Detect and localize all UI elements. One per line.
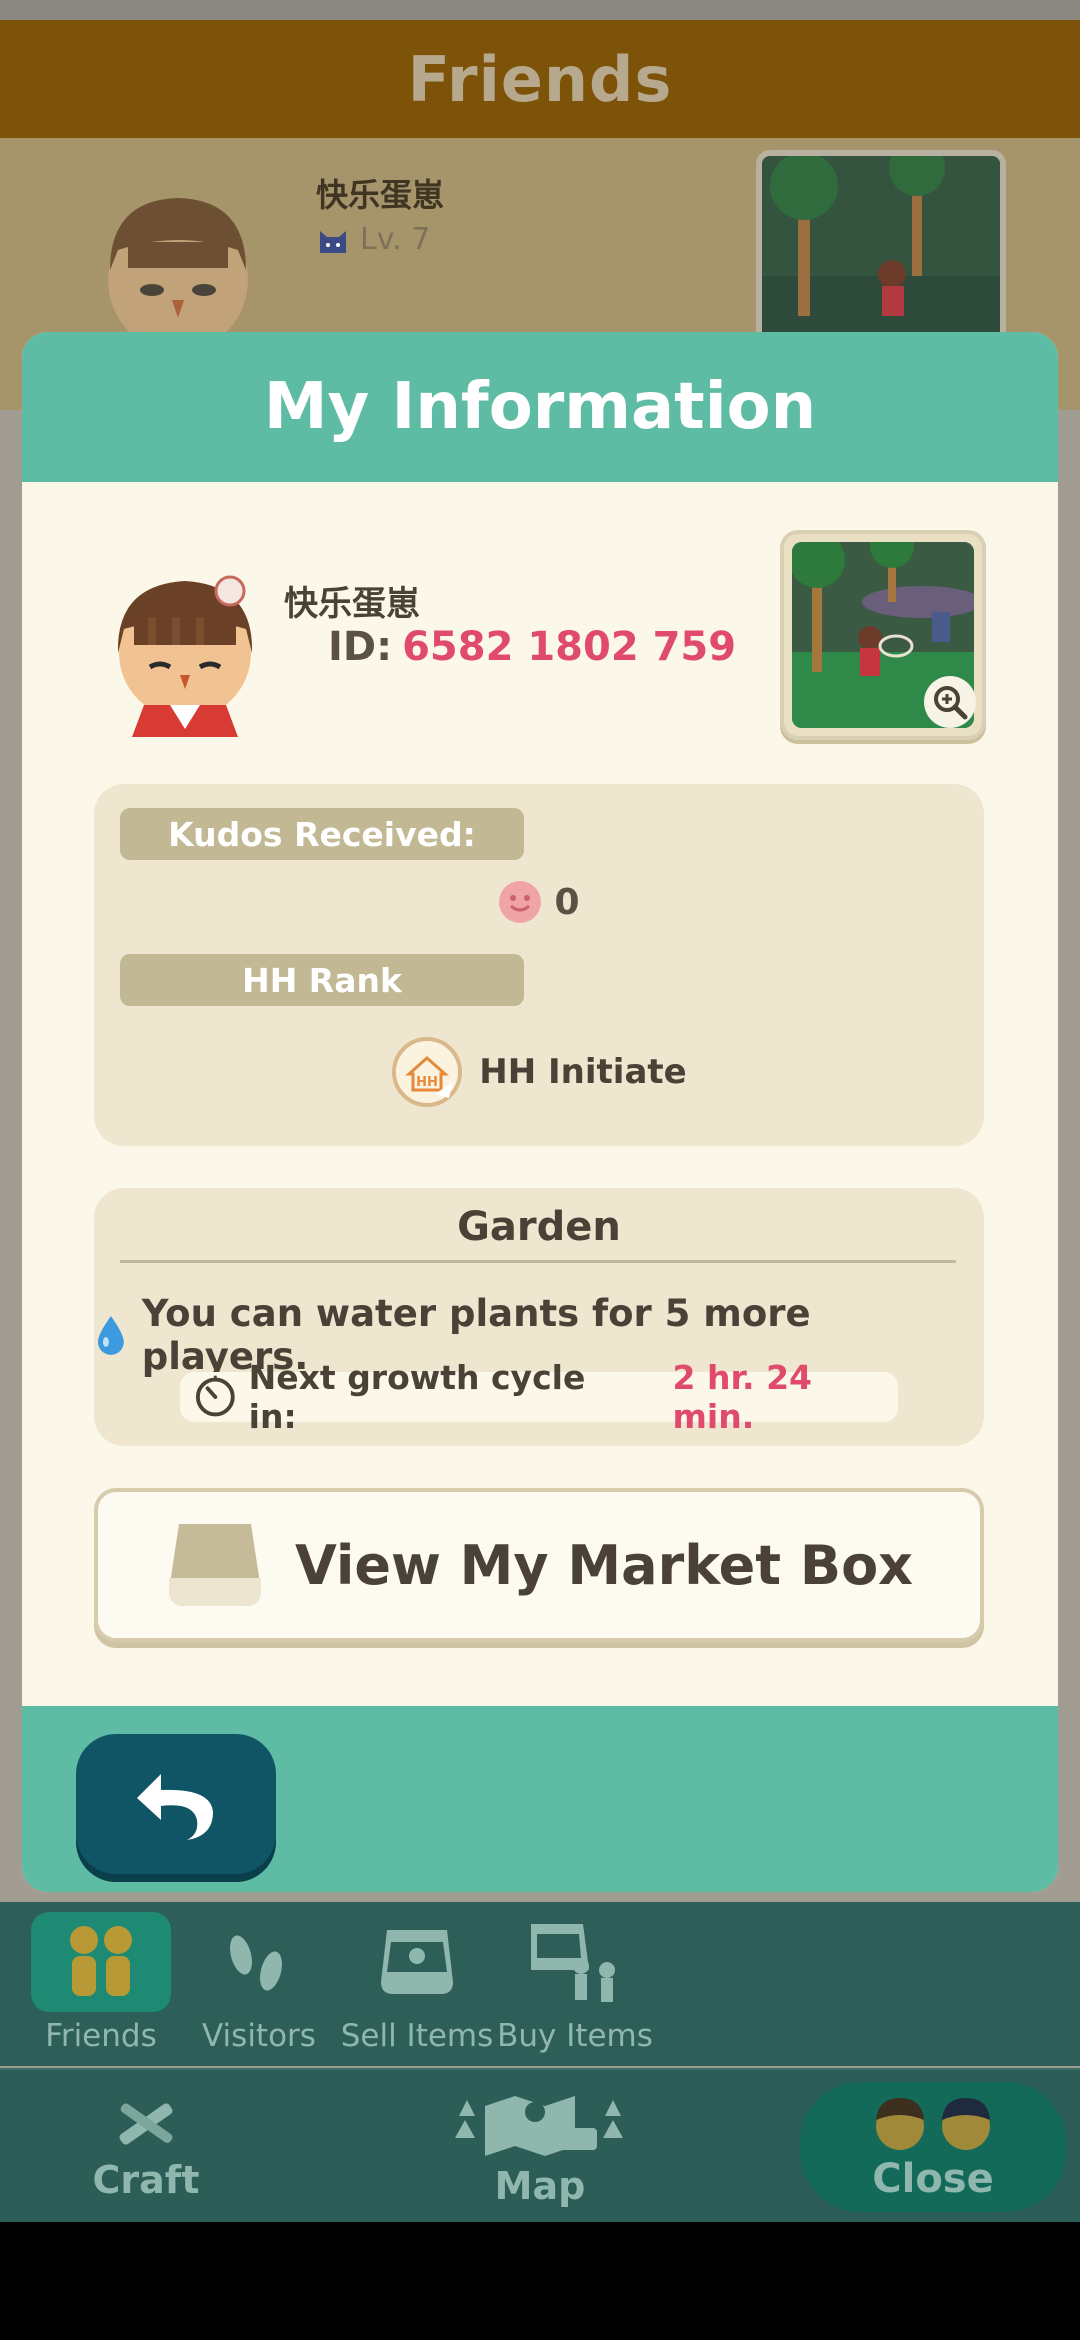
garden-panel: Garden You can water plants for 5 more p… <box>94 1188 984 1446</box>
growth-cycle-row: Next growth cycle in: 2 hr. 24 min. <box>180 1358 898 1436</box>
tab-friends-label: Friends <box>45 2018 157 2054</box>
growth-cycle-label: Next growth cycle in: <box>248 1358 586 1436</box>
rank-value: HH Initiate <box>479 1052 687 1092</box>
friends-icon <box>31 1912 171 2012</box>
tab-close[interactable]: Close <box>800 2082 1066 2212</box>
player-id: ID: 6582 1802 759 <box>328 624 736 670</box>
footprints-icon <box>189 1912 329 2012</box>
hh-rank-badge-icon: HH <box>392 1037 463 1107</box>
status-bar <box>0 0 1080 20</box>
buy-items-icon <box>505 1912 645 2012</box>
tab-craft-label: Craft <box>92 2158 200 2202</box>
system-navigation-bar <box>0 2222 1080 2340</box>
tab-sell-items[interactable]: Sell Items <box>340 1912 494 2062</box>
market-box-icon <box>169 1524 261 1606</box>
view-market-box-label: View My Market Box <box>295 1533 913 1597</box>
market-box-icon <box>347 1912 487 2012</box>
tab-map[interactable]: Map <box>440 2070 640 2224</box>
timer-icon <box>195 1375 235 1417</box>
friend-screenshot <box>756 150 1006 350</box>
tab-visitors[interactable]: Visitors <box>184 1912 334 2062</box>
view-market-box-button[interactable]: View My Market Box <box>94 1488 984 1642</box>
craft-tools-icon <box>119 2103 173 2145</box>
tab-close-label: Close <box>872 2156 994 2202</box>
sub-tab-bar: Friends Visitors Sell Items Buy Items <box>0 1902 1080 2066</box>
player-id-value: 6582 1802 759 <box>402 624 737 670</box>
tab-sell-items-label: Sell Items <box>340 2018 494 2054</box>
player-id-label: ID: <box>328 624 393 670</box>
friend-name: 快乐蛋崽 <box>316 176 445 214</box>
characters-icon <box>876 2098 990 2150</box>
kudos-label: Kudos Received: <box>120 808 524 860</box>
friend-level: Lv. 7 <box>316 222 430 257</box>
dialog-header: My Information <box>22 332 1058 482</box>
garden-divider <box>120 1260 956 1263</box>
tab-map-label: Map <box>494 2164 586 2208</box>
growth-cycle-time: 2 hr. 24 min. <box>672 1358 812 1436</box>
tab-buy-items-label: Buy Items <box>497 2018 653 2054</box>
kudos-rank-panel: Kudos Received: 0 HH Rank HH HH Initiate <box>94 784 984 1146</box>
svg-text:HH: HH <box>416 1075 438 1090</box>
cat-icon <box>320 230 346 253</box>
friends-header-title: Friends <box>407 42 673 116</box>
my-information-dialog: My Information 快乐蛋崽 ID: 6582 1802 759 Ku… <box>22 332 1058 1892</box>
smiley-icon <box>499 881 542 923</box>
dialog-title: My Information <box>263 370 817 444</box>
back-arrow-icon <box>137 1774 213 1840</box>
rank-label: HH Rank <box>120 954 524 1006</box>
player-name: 快乐蛋崽 <box>284 584 420 624</box>
water-drop-icon <box>97 1316 124 1355</box>
friends-header: Friends <box>0 20 1080 138</box>
dialog-footer <box>22 1706 1058 1892</box>
back-button[interactable] <box>76 1734 276 1874</box>
player-avatar <box>117 575 253 737</box>
tab-friends[interactable]: Friends <box>26 1912 176 2062</box>
tab-visitors-label: Visitors <box>202 2018 316 2054</box>
kudos-value: 0 <box>554 881 580 923</box>
tab-craft[interactable]: Craft <box>76 2070 216 2224</box>
tab-buy-items[interactable]: Buy Items <box>497 1912 653 2062</box>
profile-screenshot[interactable] <box>780 530 986 740</box>
zoom-in-icon <box>934 686 968 720</box>
zoom-button[interactable] <box>924 676 976 728</box>
main-tab-bar: Craft Map Close <box>0 2068 1080 2222</box>
friend-level-text: Lv. 7 <box>360 222 431 257</box>
rank-value-row: HH HH Initiate <box>94 1036 984 1108</box>
kudos-value-row: 0 <box>94 880 984 924</box>
map-icon <box>455 2096 623 2156</box>
garden-title: Garden <box>457 1204 621 1250</box>
